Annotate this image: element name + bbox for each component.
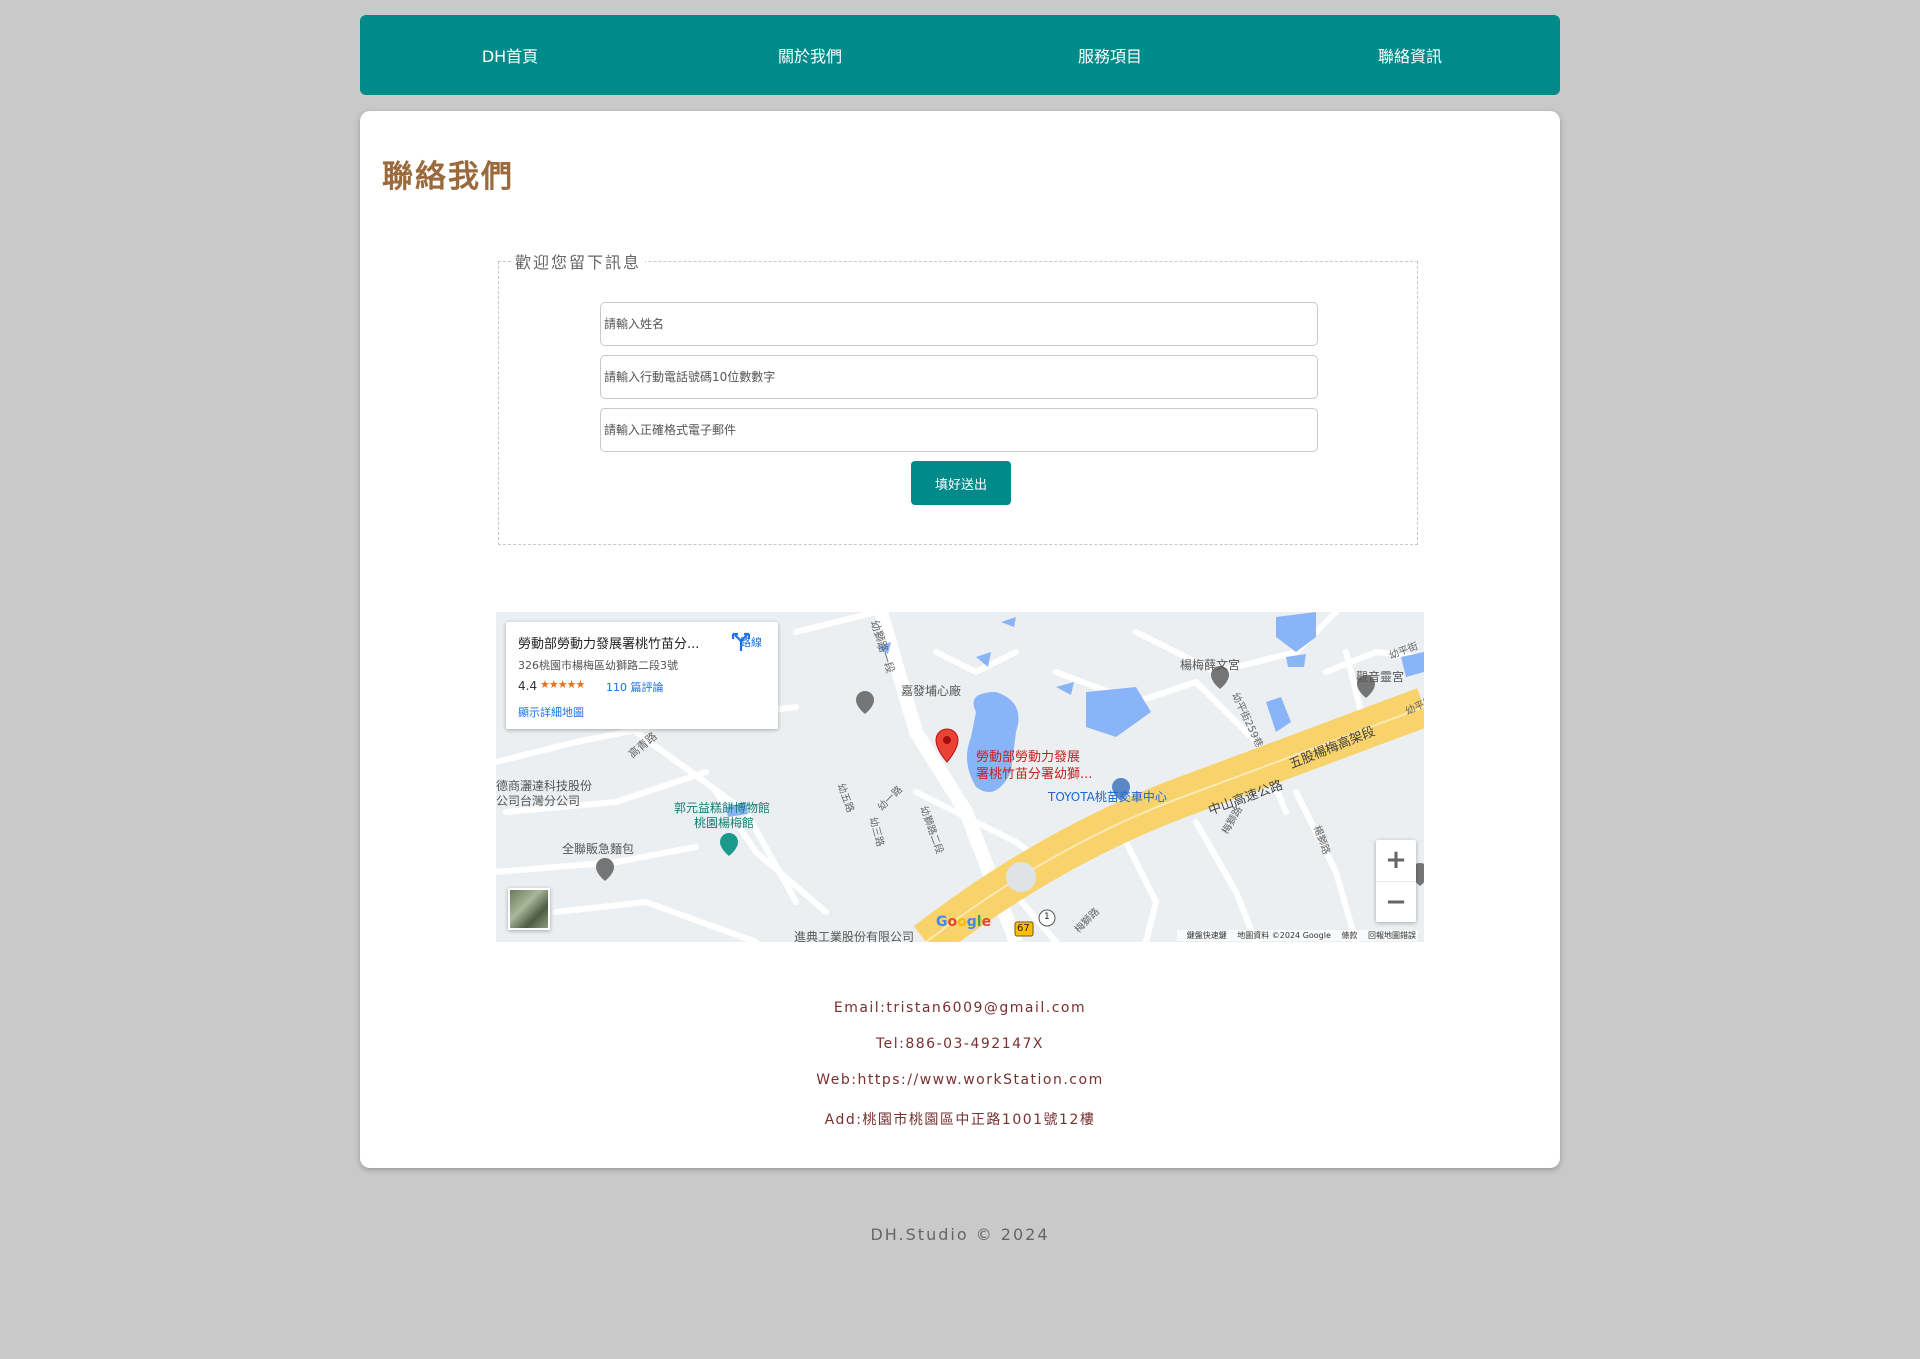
contact-web: Web:https://www.workStation.com — [816, 1072, 1104, 1088]
top-nav: DH首頁 關於我們 服務項目 聯絡資訊 — [360, 15, 1560, 95]
name-input[interactable] — [600, 302, 1318, 346]
place-address: 326桃園市楊梅區幼獅路二段3號 — [518, 659, 678, 672]
map-label-quanlian: 全聯販急麵包 — [562, 842, 635, 856]
footer-copyright: DH.Studio © 2024 — [870, 1225, 1050, 1244]
contact-email: Email:tristan6009@gmail.com — [833, 1000, 1087, 1016]
map-attribution: 鍵盤快速鍵 地圖資料 ©2024 Google 條款 回報地圖錯誤 — [1176, 930, 1418, 941]
contact-address: Add:桃園市桃園區中正路1001號12樓 — [824, 1112, 1096, 1128]
zoom-controls: + − — [1376, 840, 1416, 922]
reviews-link[interactable]: 110 篇評論 — [606, 679, 664, 695]
keyboard-shortcuts-link[interactable]: 鍵盤快速鍵 — [1187, 931, 1227, 940]
satellite-toggle[interactable] — [508, 888, 550, 930]
place-card: 勞動部勞動力發展署桃竹苗分... 326桃園市楊梅區幼獅路二段3號 4.4 ★★… — [506, 622, 778, 729]
map-label-jindian: 進典工業股份有限公司 — [794, 930, 915, 942]
contact-tel: Tel:886-03-492147X — [875, 1036, 1045, 1052]
map-label-jiafa: 嘉發埔心廠 — [901, 684, 962, 698]
map-label-marker-2: 署桃竹苗分署幼獅... — [976, 767, 1093, 782]
embedded-map[interactable]: 幼獅路一段 嘉發埔心廠 勞動部勞動力發展 署桃竹苗分署幼獅... TOYOTA桃… — [496, 612, 1424, 942]
phone-input[interactable] — [600, 355, 1318, 399]
zoom-out-button[interactable]: − — [1376, 881, 1416, 923]
email-input[interactable] — [600, 408, 1318, 452]
place-rating: 4.4 — [518, 679, 538, 693]
map-label-guanyin: 觀音靈宮 — [1356, 670, 1405, 684]
map-label-company-2: 公司台灣分公司 — [496, 794, 581, 808]
place-name: 勞動部勞動力發展署桃竹苗分... — [518, 637, 700, 652]
map-label-temple: 楊梅薛文宮 — [1180, 658, 1241, 672]
nav-services-link[interactable]: 服務項目 — [960, 43, 1260, 67]
contact-form: 歡迎您留下訊息 填好送出 — [498, 249, 1418, 545]
route-1-label: 1 — [1044, 912, 1050, 922]
map-label-toyota: TOYOTA桃苗交車中心 — [1048, 790, 1167, 804]
report-error-link[interactable]: 回報地圖錯誤 — [1368, 931, 1416, 940]
google-logo: Google — [936, 914, 992, 930]
map-label-museum-2: 桃園楊梅館 — [694, 816, 755, 830]
directions-button[interactable]: 路線 — [731, 632, 771, 651]
route-67-label: 67 — [1017, 923, 1030, 934]
terms-link[interactable]: 條款 — [1341, 931, 1357, 940]
submit-button[interactable]: 填好送出 — [911, 461, 1011, 505]
form-legend: 歡迎您留下訊息 — [515, 253, 642, 272]
rating-stars-icon: ★★★★★ — [540, 678, 585, 691]
page-title: 聯絡我們 — [382, 159, 514, 195]
directions-icon — [731, 632, 751, 651]
nav-about-link[interactable]: 關於我們 — [660, 43, 960, 67]
view-larger-map-link[interactable]: 顯示詳細地圖 — [518, 704, 584, 720]
nav-home-link[interactable]: DH首頁 — [360, 43, 660, 67]
nav-contact-link[interactable]: 聯絡資訊 — [1260, 43, 1560, 67]
map-data-text: 地圖資料 ©2024 Google — [1237, 931, 1331, 940]
zoom-in-button[interactable]: + — [1376, 840, 1416, 881]
content-card: 聯絡我們 歡迎您留下訊息 填好送出 — [360, 111, 1560, 1168]
